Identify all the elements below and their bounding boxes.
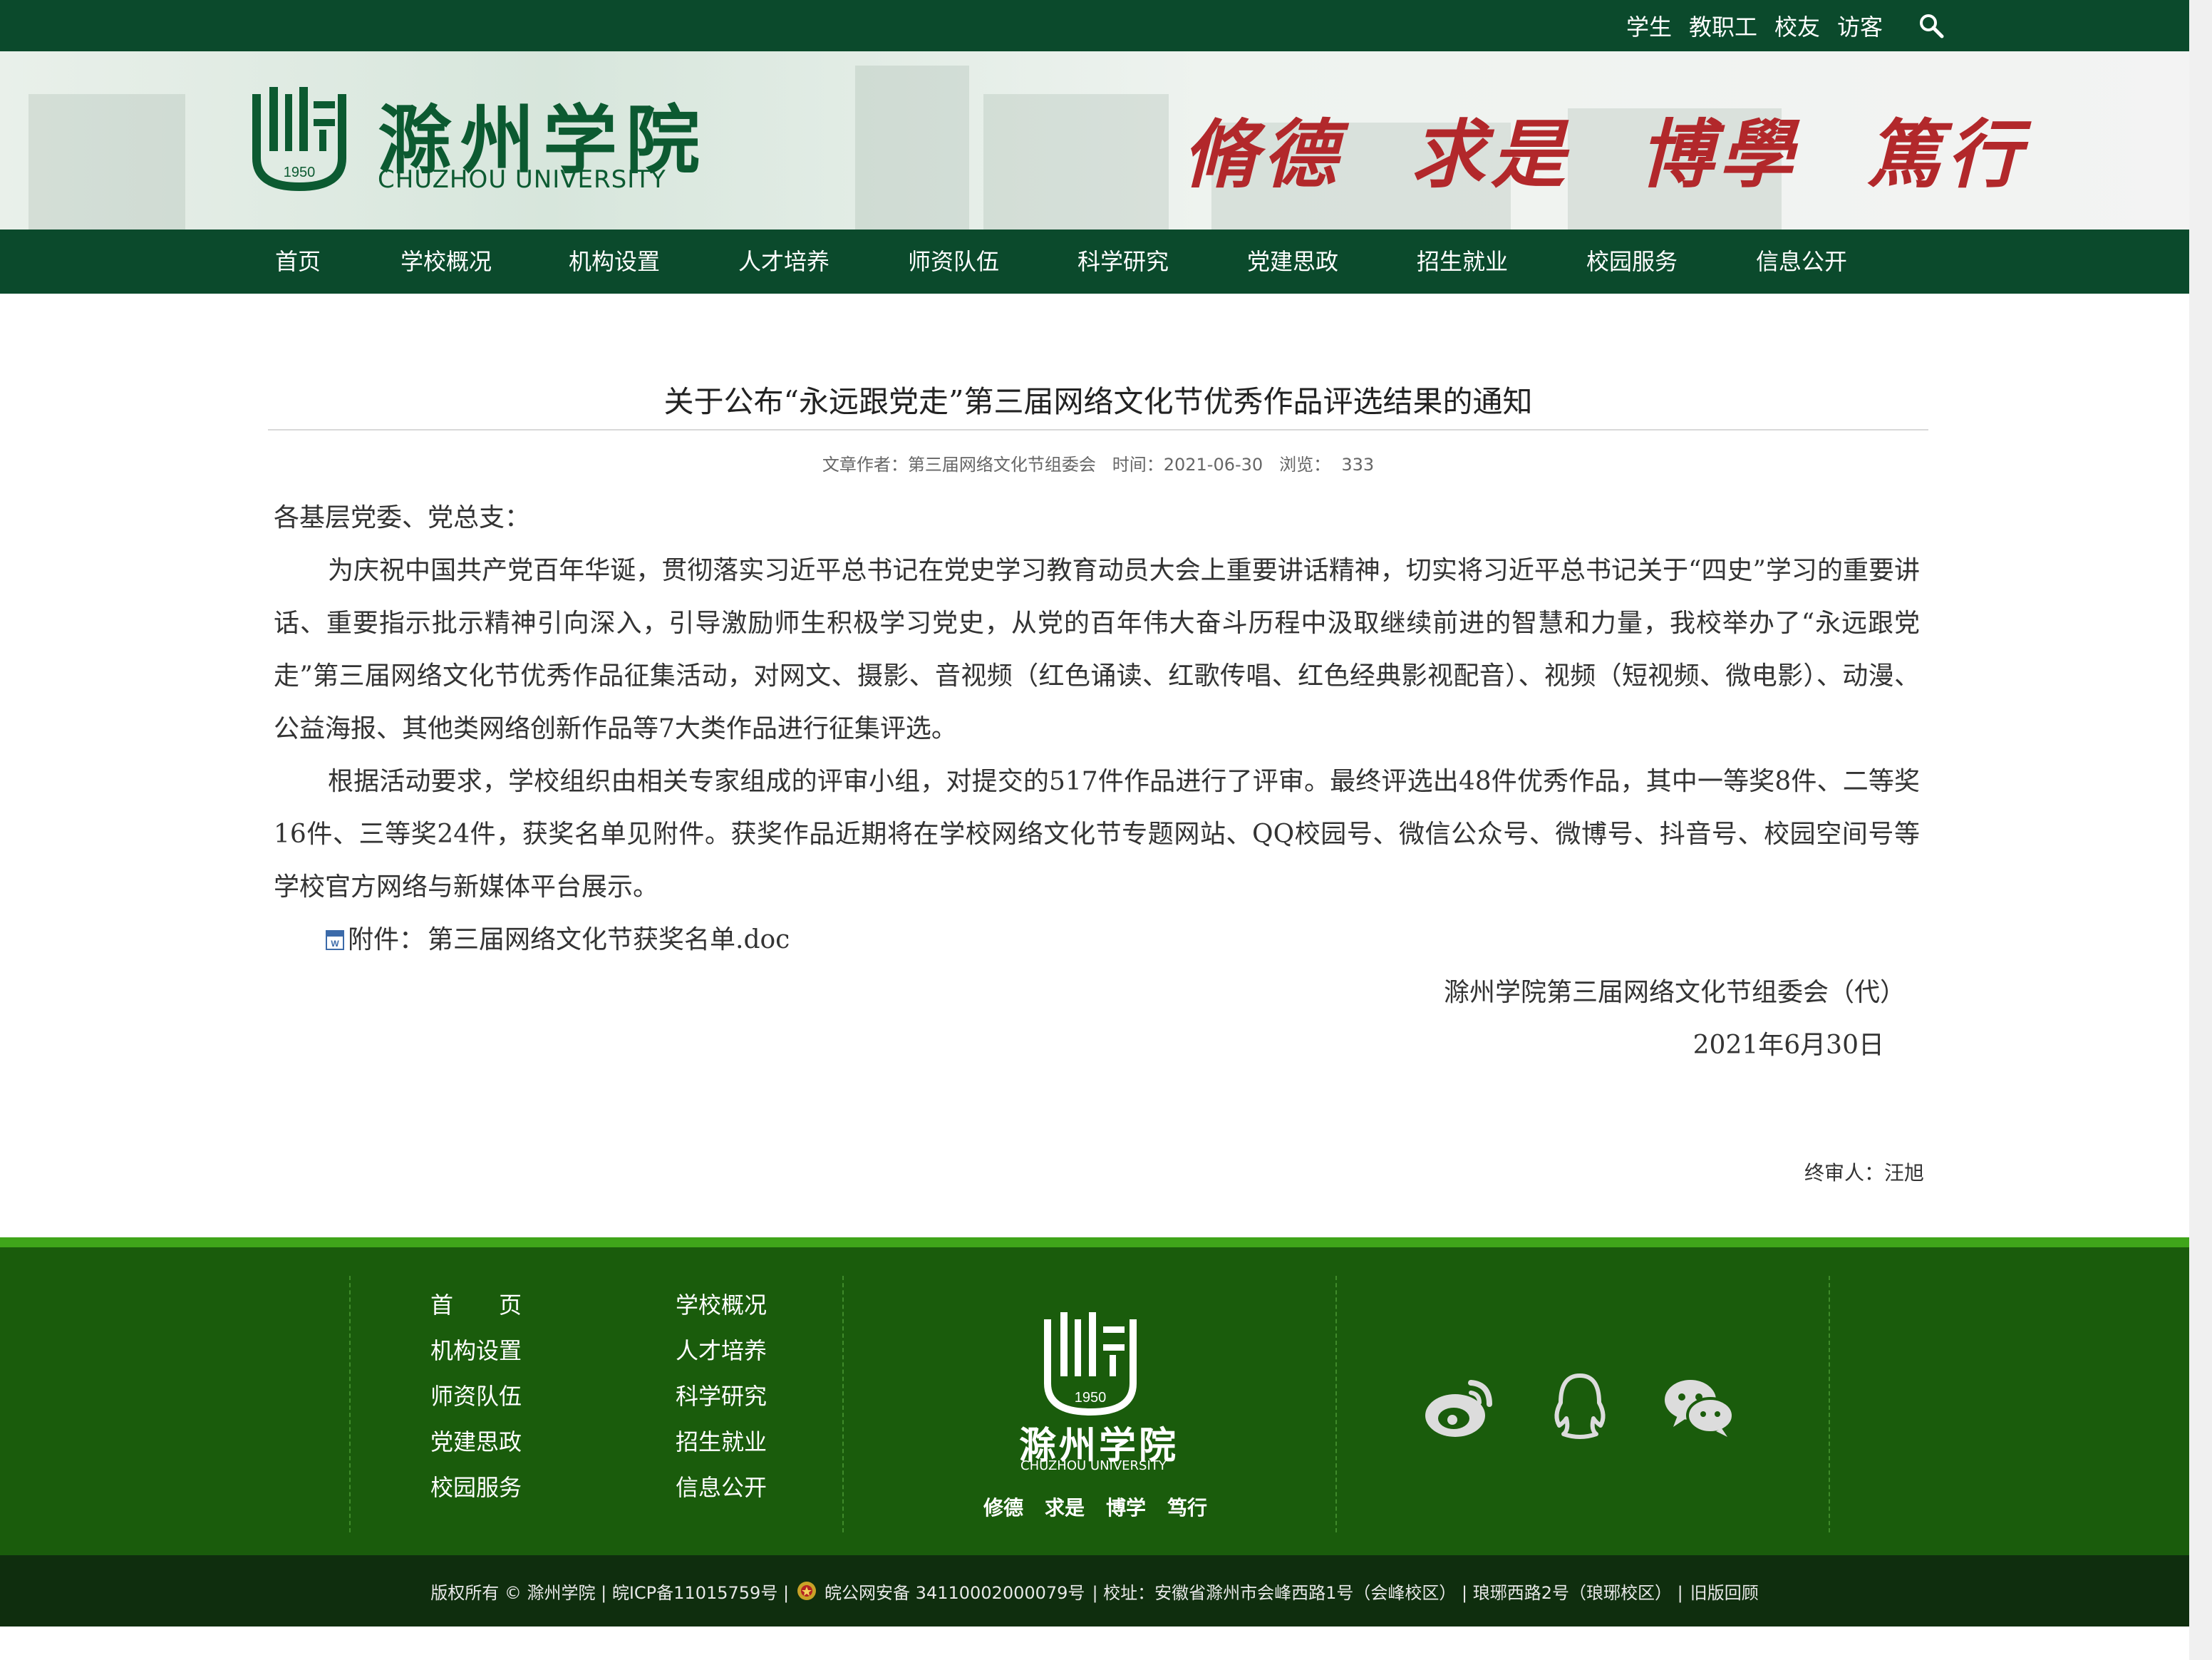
signature: 滁州学院第三届网络文化节组委会（代） [1443,978,1906,1007]
article-meta: 文章作者：第三届网络文化节组委会 时间：2021-06-30 浏览： 333 [268,450,1928,475]
nav-overview[interactable]: 学校概况 [400,230,492,294]
nav-research[interactable]: 科学研究 [1077,230,1169,294]
attachment-label: 附件： [348,925,425,954]
title-divider [268,429,1928,431]
footer-link-education[interactable]: 人才培养 [676,1333,767,1366]
copyright-bar: 版权所有 © 滁州学院 | 皖ICP备11015759号 | 皖公网安备 341… [0,1555,2189,1627]
footer-link-organization[interactable]: 机构设置 [430,1333,522,1366]
footer-link-research[interactable]: 科学研究 [676,1378,767,1411]
publish-date: 2021年6月30日 [1692,1031,1884,1060]
vertical-scrollbar[interactable] [2189,0,2212,1660]
footer-link-campus-services[interactable]: 校园服务 [430,1470,522,1502]
final-reviewer: 终审人：汪旭 [1804,1161,1924,1185]
footer-logo-icon: 1950 [1044,1312,1137,1416]
link-students[interactable]: 学生 [1626,9,1672,42]
views-label: 浏览： [1279,455,1331,475]
nav-faculty[interactable]: 师资队伍 [908,230,999,294]
link-staff[interactable]: 教职工 [1689,9,1757,42]
nav-education[interactable]: 人才培养 [738,230,830,294]
svg-text:1950: 1950 [284,165,316,180]
footer-motto-3: 博学 [1106,1496,1147,1520]
footer-stripe [0,1237,2189,1247]
weibo-icon[interactable] [1420,1368,1498,1447]
footer-link-info-disclosure[interactable]: 信息公开 [676,1470,767,1502]
paragraph-1: 为庆祝中国共产党百年华诞，贯彻落实习近平总书记在党史学习教育动员大会上重要讲话精… [274,556,1920,743]
university-name-en: CHUZHOU UNIVERSITY [378,165,666,194]
nav-party[interactable]: 党建思政 [1247,230,1338,294]
nav-organization[interactable]: 机构设置 [569,230,660,294]
motto-4: 篤行 [1867,110,2027,198]
police-record[interactable]: 皖公网安备 34110002000079号 [825,1579,1085,1604]
footer-link-party[interactable]: 党建思政 [430,1424,522,1457]
main-nav: 首页 学校概况 机构设置 人才培养 师资队伍 科学研究 党建思政 招生就业 校园… [0,230,2189,294]
link-visitors[interactable]: 访客 [1837,9,1883,42]
word-doc-icon[interactable]: W [325,929,345,951]
footer-divider [1829,1276,1830,1532]
footer-divider [1335,1276,1337,1532]
nav-home[interactable]: 首页 [275,230,321,294]
attachment-link[interactable]: 第三届网络文化节获奖名单.doc [428,914,790,966]
motto-3: 博學 [1639,110,1799,198]
police-badge-icon [797,1582,817,1600]
author-label: 文章作者： [822,455,908,475]
footer-link-admissions[interactable]: 招生就业 [676,1424,767,1457]
top-bar: 学生 教职工 校友 访客 [0,0,2189,51]
header-banner: 1950 滁州学院 CHUZHOU UNIVERSITY 脩德 求是 博學 篤行 [0,51,2189,230]
nav-info-disclosure[interactable]: 信息公开 [1756,230,1847,294]
motto-1: 脩德 [1183,110,1343,198]
link-alumni[interactable]: 校友 [1774,9,1820,42]
wechat-icon[interactable] [1660,1368,1739,1447]
university-motto: 脩德 求是 博學 篤行 [1183,94,2027,202]
footer-link-overview[interactable]: 学校概况 [676,1287,767,1320]
footer-link-faculty[interactable]: 师资队伍 [430,1378,522,1411]
nav-admissions[interactable]: 招生就业 [1417,230,1508,294]
paragraph-2: 根据活动要求，学校组织由相关专家组成的评审小组，对提交的517件作品进行了评审。… [274,767,1920,902]
motto-2: 求是 [1411,110,1571,198]
footer-motto-1: 修德 [983,1496,1024,1520]
footer-link-home[interactable]: 首 页 [430,1287,522,1320]
svg-text:1950: 1950 [1075,1390,1107,1406]
time-value: 2021-06-30 [1163,455,1263,475]
views-value: 333 [1341,455,1375,475]
address-text: | 校址：安徽省滁州市会峰西路1号（会峰校区） | 琅琊西路2号（琅琊校区） | [1092,1582,1683,1603]
footer-motto: 修德 求是 博学 笃行 [983,1493,1207,1521]
article-title: 关于公布“永远跟党走”第三届网络文化节优秀作品评选结果的通知 [663,384,1533,419]
footer-name-en: CHUZHOU UNIVERSITY [1020,1458,1167,1473]
time-label: 时间： [1112,455,1164,475]
footer-motto-2: 求是 [1045,1496,1085,1520]
audience-links: 学生 教职工 校友 访客 [1626,0,1883,51]
footer-divider [842,1276,844,1532]
qq-icon[interactable] [1541,1368,1619,1447]
copyright-text: 版权所有 © 滁州学院 | 皖ICP备11015759号 | [430,1582,790,1603]
page: 学生 教职工 校友 访客 1950 滁州学院 CHUZHOU UNIVERSIT… [0,0,2189,1660]
svg-text:W: W [331,939,339,949]
article-body: 各基层党委、党总支： 为庆祝中国共产党百年华诞，贯彻落实习近平总书记在党史学习教… [274,492,1920,1072]
nav-campus-services[interactable]: 校园服务 [1586,230,1678,294]
footer-motto-4: 笃行 [1167,1496,1208,1520]
footer-divider [349,1276,351,1532]
salutation: 各基层党委、党总支： [274,503,531,532]
search-icon[interactable] [1917,11,1945,40]
old-version-link[interactable]: 旧版回顾 [1690,1579,1759,1604]
author-value: 第三届网络文化节组委会 [907,455,1096,475]
copyright-line: 版权所有 © 滁州学院 | 皖ICP备11015759号 | 皖公网安备 341… [0,1555,2189,1627]
university-logo-icon[interactable]: 1950 [249,80,349,194]
attachment: W 附件： 第三届网络文化节获奖名单.doc [274,914,1920,966]
footer: 首 页 机构设置 师资队伍 党建思政 校园服务 学校概况 人才培养 科学研究 招… [0,1247,2189,1555]
